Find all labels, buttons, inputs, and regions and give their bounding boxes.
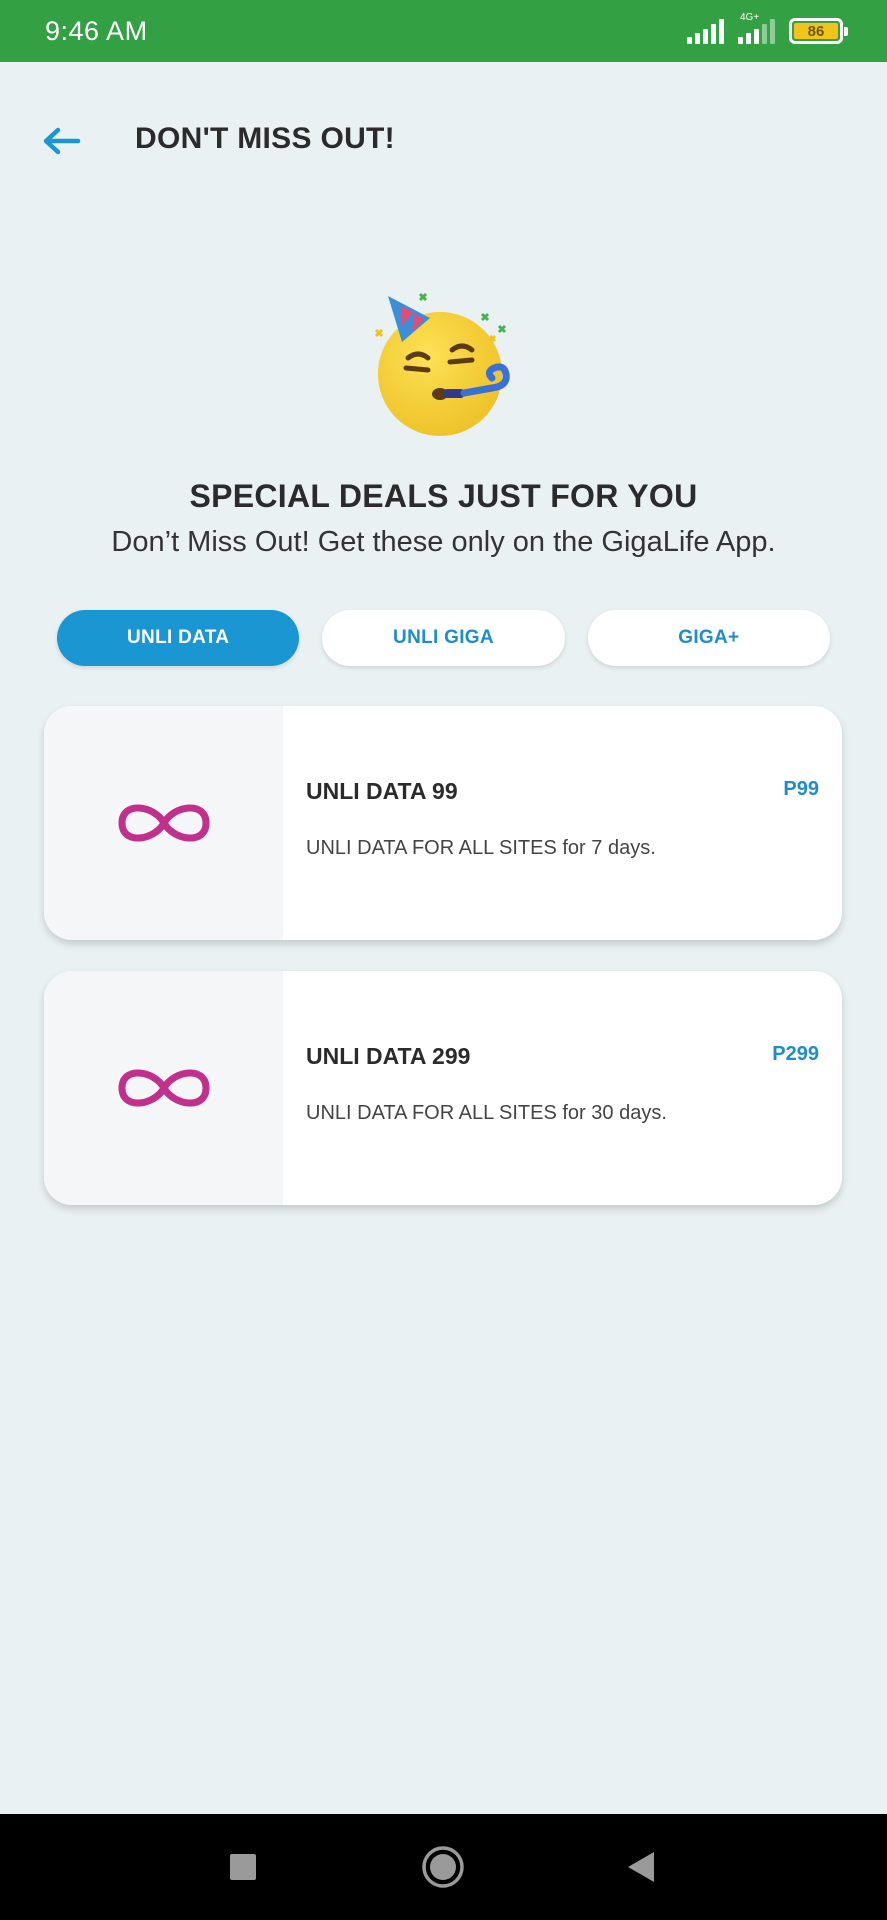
square-icon xyxy=(230,1854,256,1880)
page-title: DON'T MISS OUT! xyxy=(135,122,395,155)
circle-icon xyxy=(422,1846,464,1888)
tab-giga-plus[interactable]: GIGA+ xyxy=(587,610,830,666)
back-button[interactable] xyxy=(40,124,84,158)
arrow-left-icon xyxy=(43,127,81,155)
mobile-network-icon: 4G+ xyxy=(738,12,775,44)
back-nav-button[interactable] xyxy=(616,1842,666,1892)
offer-price: P99 xyxy=(783,778,819,800)
triangle-back-icon xyxy=(628,1852,654,1882)
offer-description: UNLI DATA FOR ALL SITES for 7 days. xyxy=(306,837,656,859)
signal-strength-icon xyxy=(687,18,724,44)
offer-card-unli-data-99[interactable]: UNLI DATA 99 P99 UNLI DATA FOR ALL SITES… xyxy=(44,706,842,940)
offer-icon-panel xyxy=(44,971,283,1205)
deal-category-tabs: UNLI DATA UNLI GIGA GIGA+ xyxy=(57,610,830,666)
status-time: 9:46 AM xyxy=(45,15,148,46)
deals-headline: SPECIAL DEALS JUST FOR YOU xyxy=(189,478,698,514)
tab-unli-data[interactable]: UNLI DATA xyxy=(57,610,300,666)
battery-level: 86 xyxy=(794,23,838,40)
status-icons: 4G+ 86 xyxy=(687,12,848,44)
system-navigation-bar xyxy=(0,1814,887,1920)
network-type-label: 4G+ xyxy=(740,12,760,23)
offer-title: UNLI DATA 299 xyxy=(306,1043,471,1069)
app-header: DON'T MISS OUT! xyxy=(0,110,887,172)
home-button[interactable] xyxy=(418,1842,468,1892)
battery-icon: 86 xyxy=(789,18,848,44)
deals-subline: Don’t Miss Out! Get these only on the Gi… xyxy=(111,526,776,558)
infinity-icon xyxy=(117,804,210,842)
tab-unli-giga[interactable]: UNLI GIGA xyxy=(322,610,565,666)
recents-button[interactable] xyxy=(218,1842,268,1892)
offer-title: UNLI DATA 99 xyxy=(306,778,458,804)
status-bar: 9:46 AM 4G+ 86 xyxy=(0,0,887,62)
offer-description: UNLI DATA FOR ALL SITES for 30 days. xyxy=(306,1102,667,1124)
offer-icon-panel xyxy=(44,706,283,940)
infinity-icon xyxy=(117,1069,210,1107)
party-face-emoji-icon xyxy=(374,292,510,436)
offer-card-unli-data-299[interactable]: UNLI DATA 299 P299 UNLI DATA FOR ALL SIT… xyxy=(44,971,842,1205)
offer-price: P299 xyxy=(772,1043,819,1065)
